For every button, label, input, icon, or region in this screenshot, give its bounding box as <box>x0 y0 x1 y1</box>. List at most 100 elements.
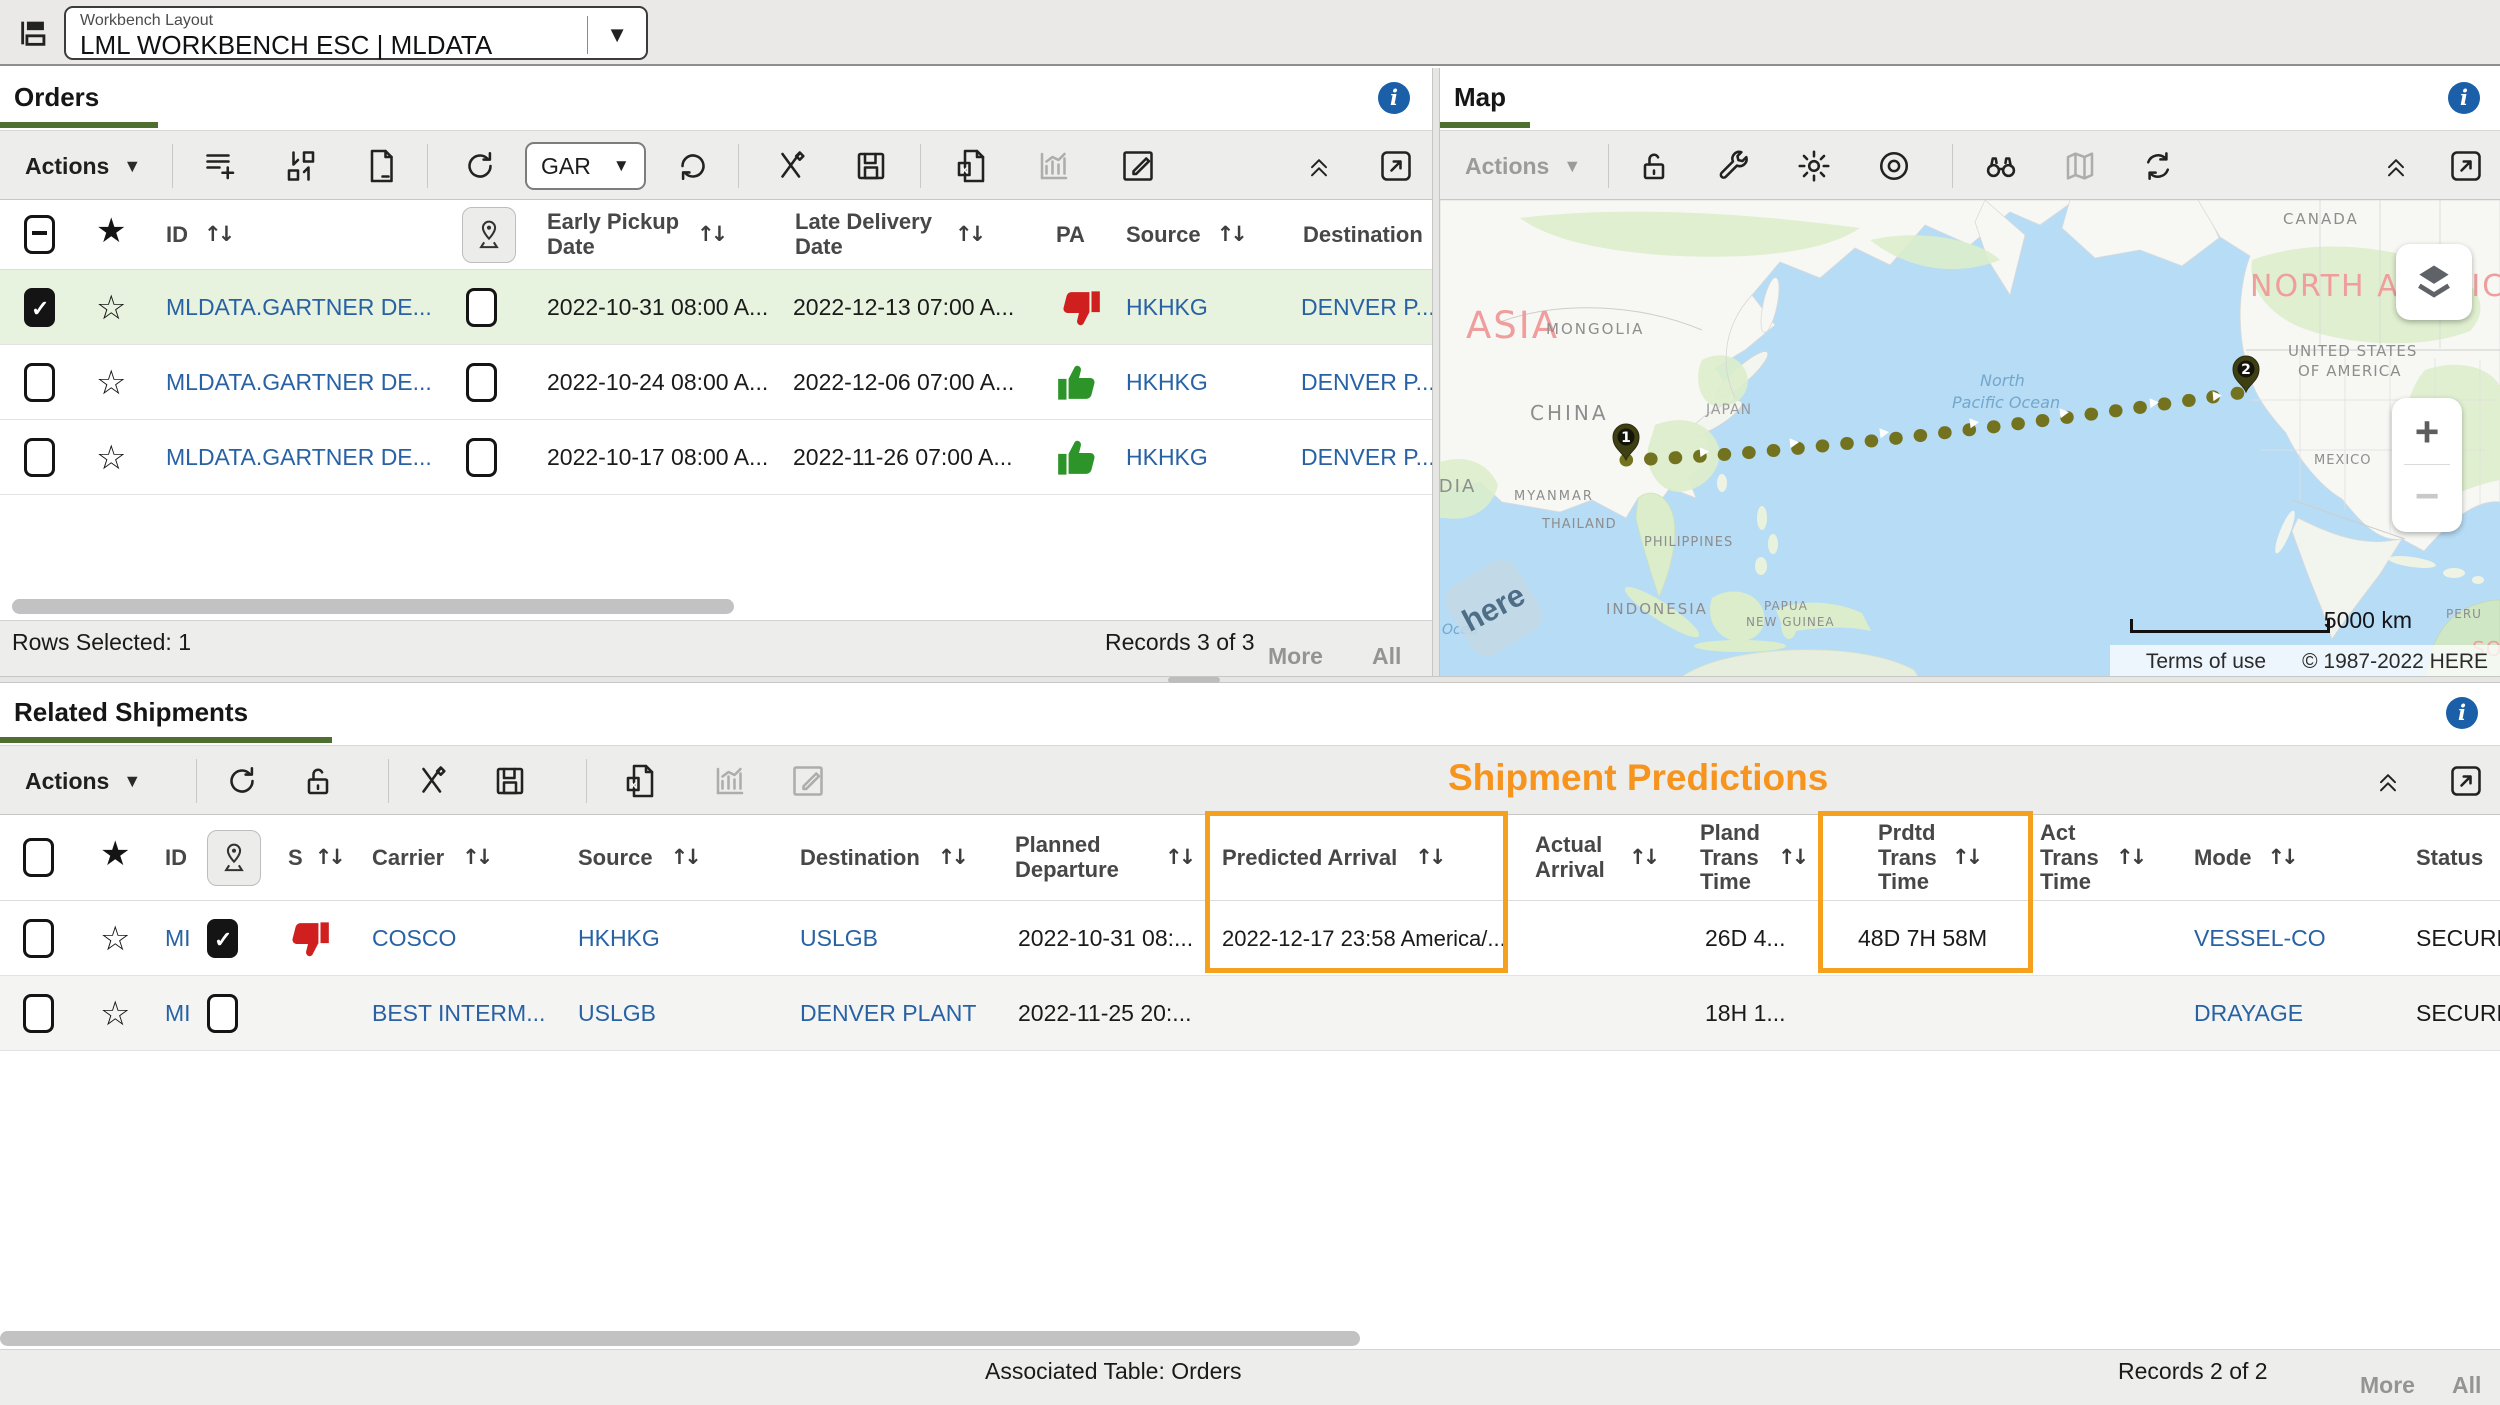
terms-of-use-link[interactable]: Terms of use <box>2146 650 2266 674</box>
vertical-splitter[interactable] <box>1432 68 1440 676</box>
shipment-id-link[interactable]: MI <box>165 976 191 1051</box>
horizontal-splitter[interactable] <box>0 676 2500 683</box>
row-checkbox[interactable] <box>24 438 55 477</box>
destination-link[interactable]: DENVER PLANT <box>800 976 976 1051</box>
col-actual-arrival[interactable]: Actual Arrival <box>1535 833 1607 882</box>
favorite-star-icon[interactable]: ☆ <box>100 994 130 1034</box>
export-excel-button[interactable]: x <box>622 746 658 816</box>
all-button[interactable]: All <box>2452 1372 2481 1399</box>
sort-icon[interactable]: ↑↓ <box>955 223 982 247</box>
destination-link[interactable]: DENVER P... <box>1301 270 1432 345</box>
layers-button[interactable] <box>2396 244 2472 320</box>
sort-icon[interactable]: ↑↓ <box>1217 223 1244 247</box>
destination-link[interactable]: DENVER P... <box>1301 345 1432 420</box>
more-button[interactable]: More <box>1268 643 1323 670</box>
actions-menu-button[interactable]: Actions ▼ <box>1465 131 1581 201</box>
info-icon[interactable]: i <box>1378 82 1410 114</box>
row-flag-checkbox[interactable] <box>466 438 497 477</box>
chevron-down-icon[interactable]: ▼ <box>606 22 628 48</box>
orders-horizontal-scrollbar[interactable] <box>0 599 1432 614</box>
source-link[interactable]: HKHKG <box>1126 345 1208 420</box>
sort-icon[interactable]: ↑↓ <box>315 846 342 870</box>
chart-button[interactable] <box>1036 131 1072 201</box>
sort-icon[interactable]: ↑↓ <box>2267 846 2294 870</box>
related-horizontal-scrollbar[interactable] <box>0 1331 2500 1346</box>
order-row[interactable]: ☆ MLDATA.GARTNER DE... 2022-10-31 08:00 … <box>0 270 1432 345</box>
actions-menu-button[interactable]: Actions ▼ <box>25 131 141 201</box>
unlock-button[interactable] <box>1636 131 1672 201</box>
col-mode[interactable]: Mode <box>2194 846 2251 871</box>
row-checkbox[interactable] <box>24 288 55 327</box>
zoom-in-button[interactable]: + <box>2392 408 2462 456</box>
favorite-star-icon[interactable]: ★ <box>100 835 130 873</box>
collapse-panel-button[interactable] <box>2382 131 2410 201</box>
source-link[interactable]: HKHKG <box>1126 270 1208 345</box>
map-canvas[interactable]: 12 ASIAMONGOLIACHINAINDIAMYANMARTHAILAND… <box>1440 200 2500 676</box>
open-in-window-button[interactable] <box>1378 131 1414 201</box>
sort-icon[interactable]: ↑↓ <box>671 846 698 870</box>
open-in-window-button[interactable] <box>2448 746 2484 816</box>
open-in-window-button[interactable] <box>2448 131 2484 201</box>
focus-button[interactable] <box>1876 131 1912 201</box>
refresh-button[interactable] <box>462 131 498 201</box>
s-checkbox[interactable] <box>207 919 238 958</box>
sort-icon[interactable]: ↑↓ <box>938 846 965 870</box>
col-act-trans-time[interactable]: Act Trans Time <box>2040 821 2096 895</box>
settings-button[interactable] <box>1796 131 1832 201</box>
map-pin-column-button[interactable] <box>207 830 261 886</box>
sort-icon[interactable]: ↑↓ <box>204 223 231 247</box>
col-source[interactable]: Source <box>1126 223 1201 248</box>
mode-link[interactable]: DRAYAGE <box>2194 976 2303 1051</box>
sync-button[interactable] <box>2140 131 2176 201</box>
sort-icon[interactable]: ↑↓ <box>1778 846 1805 870</box>
order-row[interactable]: ☆ MLDATA.GARTNER DE... 2022-10-24 08:00 … <box>0 345 1432 420</box>
favorite-star-icon[interactable]: ★ <box>96 212 126 250</box>
order-id-link[interactable]: MLDATA.GARTNER DE... <box>166 420 432 495</box>
favorite-star-icon[interactable]: ☆ <box>96 363 126 403</box>
source-link[interactable]: USLGB <box>578 976 656 1051</box>
sort-icon[interactable]: ↑↓ <box>1165 846 1192 870</box>
save-button[interactable] <box>853 131 889 201</box>
clear-selection-button[interactable] <box>775 131 811 201</box>
collapse-panel-button[interactable] <box>1305 131 1333 201</box>
row-flag-checkbox[interactable] <box>466 363 497 402</box>
view-button[interactable] <box>1980 131 2022 201</box>
refresh-button[interactable] <box>224 746 260 816</box>
edit-button[interactable] <box>1120 131 1156 201</box>
info-icon[interactable]: i <box>2446 697 2478 729</box>
col-pa[interactable]: PA <box>1056 223 1085 248</box>
col-s[interactable]: S <box>288 846 303 871</box>
destination-link[interactable]: DENVER P... <box>1301 420 1432 495</box>
select-all-checkbox[interactable] <box>24 215 55 254</box>
row-checkbox[interactable] <box>23 919 54 958</box>
mode-link[interactable]: VESSEL-CO <box>2194 901 2326 976</box>
shipment-row[interactable]: ☆ MI BEST INTERM... USLGB DENVER PLANT 2… <box>0 976 2500 1051</box>
col-id[interactable]: ID <box>166 223 188 248</box>
basemap-button[interactable] <box>2062 131 2098 201</box>
sort-icon[interactable]: ↑↓ <box>1629 846 1656 870</box>
export-excel-button[interactable]: x <box>953 131 989 201</box>
all-button[interactable]: All <box>1372 643 1401 670</box>
destination-link[interactable]: USLGB <box>800 901 878 976</box>
s-checkbox[interactable] <box>207 994 238 1033</box>
source-link[interactable]: HKHKG <box>578 901 660 976</box>
order-id-link[interactable]: MLDATA.GARTNER DE... <box>166 270 432 345</box>
more-button[interactable]: More <box>2360 1372 2415 1399</box>
favorite-star-icon[interactable]: ☆ <box>100 919 130 959</box>
layout-list-icon[interactable] <box>16 16 52 50</box>
favorite-star-icon[interactable]: ☆ <box>96 438 126 478</box>
collapse-panel-button[interactable] <box>2374 746 2402 816</box>
clear-selection-button[interactable] <box>416 746 452 816</box>
reorder-button[interactable] <box>283 131 319 201</box>
col-status[interactable]: Status <box>2416 846 2483 871</box>
col-destination[interactable]: Destination <box>800 846 920 871</box>
col-late-delivery[interactable]: Late Delivery Date <box>795 210 955 259</box>
row-checkbox[interactable] <box>24 363 55 402</box>
sort-icon[interactable]: ↑↓ <box>2116 846 2143 870</box>
info-icon[interactable]: i <box>2448 82 2480 114</box>
actions-menu-button[interactable]: Actions ▼ <box>25 746 141 816</box>
select-all-checkbox[interactable] <box>23 838 54 877</box>
chart-button[interactable] <box>712 746 748 816</box>
order-id-link[interactable]: MLDATA.GARTNER DE... <box>166 345 432 420</box>
add-rows-button[interactable] <box>203 131 239 201</box>
